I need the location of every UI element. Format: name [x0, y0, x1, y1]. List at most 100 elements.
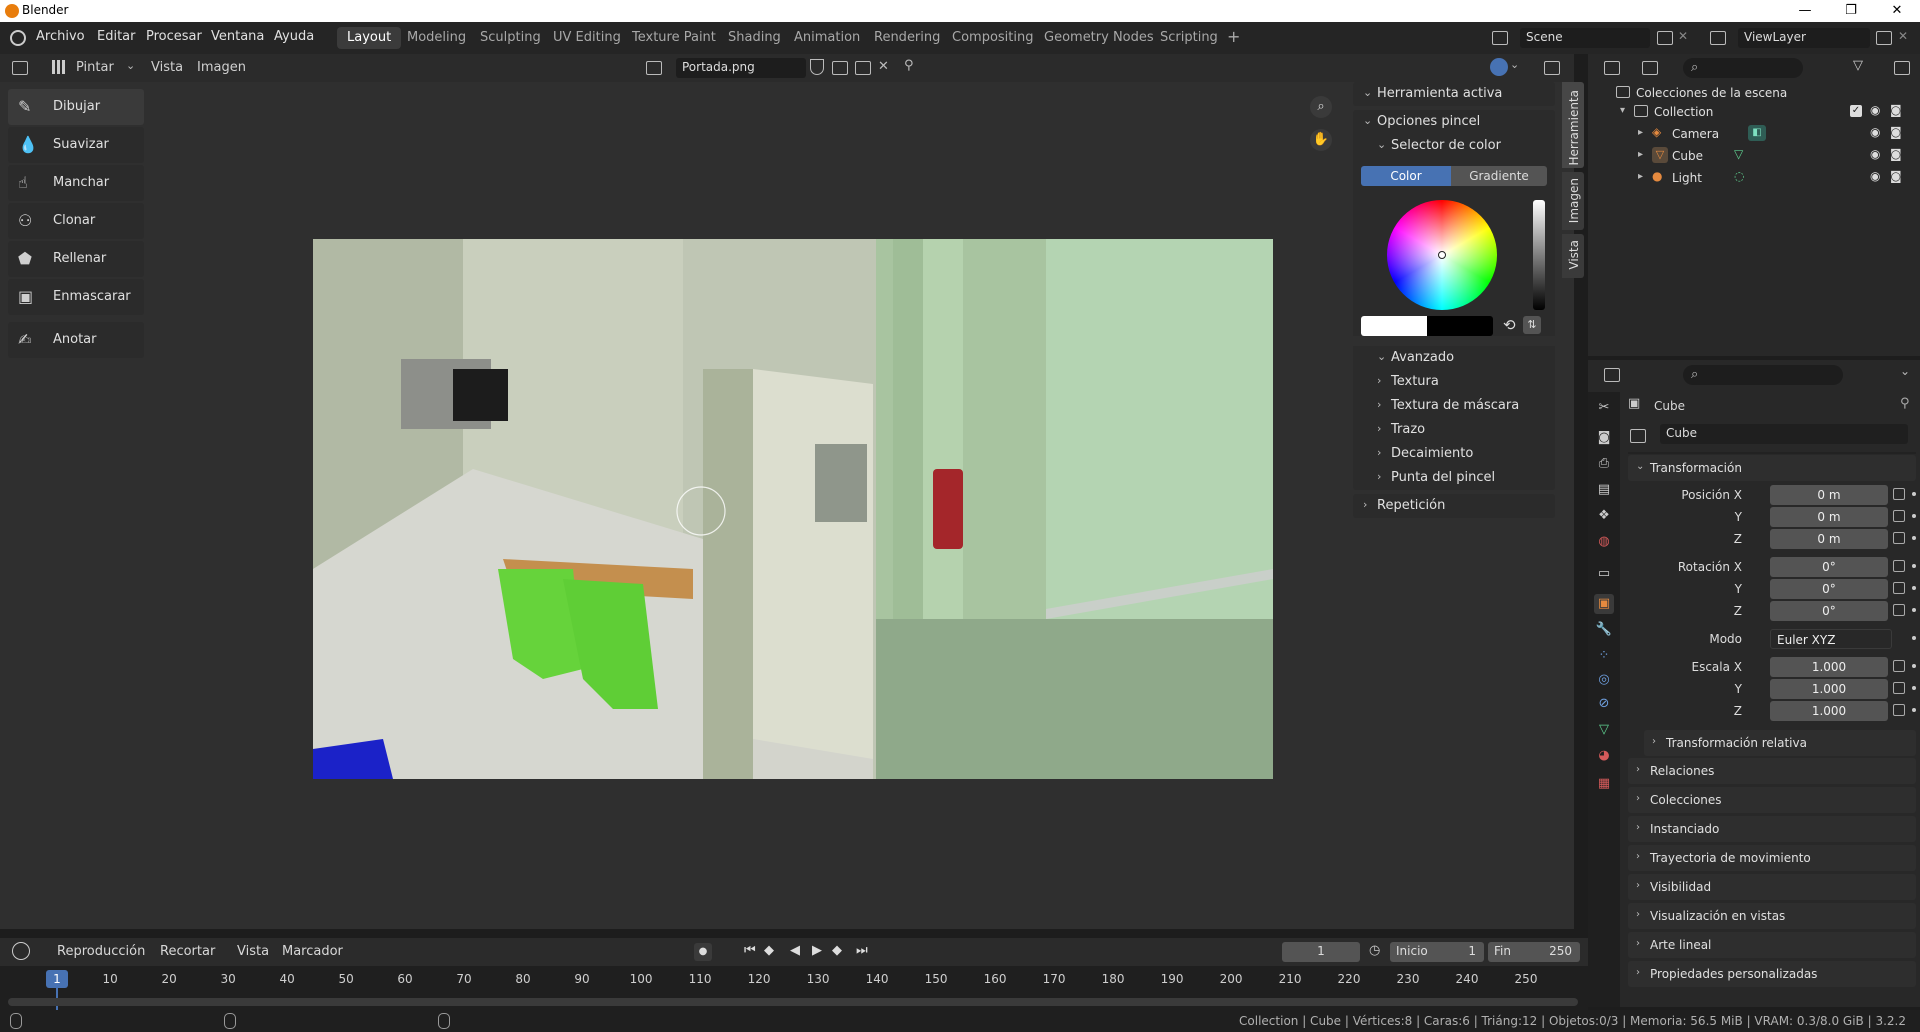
keyframe-dot-icon[interactable] [1912, 608, 1916, 612]
tab-rendering[interactable]: Rendering [864, 27, 950, 49]
visibility-eye-icon[interactable]: ◉ [1870, 125, 1880, 139]
expand-arrow-icon[interactable]: ▸ [1638, 171, 1643, 182]
tool-anotar[interactable]: ✍ Anotar [8, 322, 144, 358]
render-camera-icon[interactable]: ◙ [1890, 103, 1902, 117]
tab-shading[interactable]: Shading [718, 27, 791, 49]
primary-color-swatch[interactable] [1361, 316, 1427, 336]
keyframe-dot-icon[interactable] [1912, 586, 1916, 590]
prop-value[interactable]: 1.000 [1770, 701, 1888, 721]
tool-enmascarar[interactable]: ▣ Enmascarar [8, 279, 144, 315]
open-image-folder-icon[interactable] [855, 61, 871, 75]
expand-arrow-icon[interactable]: ▸ [1638, 149, 1643, 160]
new-collection-icon[interactable] [1894, 61, 1910, 75]
lock-icon[interactable] [1893, 532, 1905, 544]
tab-texture-paint[interactable]: Texture Paint [622, 27, 726, 49]
scene-properties-icon[interactable]: ❖ [1594, 506, 1614, 526]
section-visibilidad[interactable]: › Visibilidad [1628, 874, 1916, 900]
object-properties-icon[interactable]: ▣ [1594, 594, 1614, 614]
keyframe-dot-icon[interactable] [1912, 514, 1916, 518]
minimize-button[interactable]: — [1782, 0, 1828, 22]
tab-sculpting[interactable]: Sculpting [470, 27, 551, 49]
editor-type-icon[interactable] [12, 61, 28, 75]
panel-avanzado[interactable]: ⌄ Avanzado [1353, 346, 1555, 370]
menu-vista[interactable]: Vista [237, 944, 269, 959]
new-scene-icon[interactable] [1657, 31, 1673, 45]
visibility-eye-icon[interactable]: ◉ [1870, 103, 1880, 117]
tool-rellenar[interactable]: ⬟ Rellenar [8, 241, 144, 277]
prev-keyframe-icon[interactable]: ◆ [764, 943, 774, 958]
menu-ayuda[interactable]: Ayuda [274, 29, 314, 44]
tab-modeling[interactable]: Modeling [397, 27, 476, 49]
menu-vista[interactable]: Vista [151, 60, 183, 75]
display-channels-icon[interactable] [1544, 61, 1560, 75]
lock-icon[interactable] [1893, 582, 1905, 594]
panel-punta-pincel[interactable]: › Punta del pincel [1353, 466, 1555, 490]
next-keyframe-icon[interactable]: ◆ [832, 943, 842, 958]
outliner-collection[interactable]: ▾ Collection ✓ ◉ ◙ [1588, 101, 1920, 123]
timeline-scrollbar[interactable] [8, 998, 1578, 1006]
view-layer-field[interactable]: ViewLayer [1738, 28, 1870, 48]
painted-image[interactable] [313, 239, 1273, 779]
lock-icon[interactable] [1893, 682, 1905, 694]
section-relaciones[interactable]: › Relaciones [1628, 758, 1916, 784]
view-layer-icon[interactable] [1710, 31, 1726, 45]
outliner-search-input[interactable]: ⌕ [1683, 58, 1803, 78]
tool-clonar[interactable]: ⚇ Clonar [8, 203, 144, 239]
color-wheel[interactable] [1387, 200, 1497, 310]
secondary-color-swatch[interactable] [1427, 316, 1493, 336]
visibility-eye-icon[interactable]: ◉ [1870, 169, 1880, 183]
rotation-mode-dropdown[interactable]: Euler XYZ [1770, 629, 1892, 649]
filter-icon[interactable]: ▽ [1853, 58, 1863, 73]
panel-selector-color[interactable]: ⌄ Selector de color [1353, 134, 1555, 158]
collection-properties-icon[interactable]: ▭ [1594, 564, 1614, 584]
render-camera-icon[interactable]: ◙ [1890, 169, 1902, 183]
section-propiedades-personalizadas[interactable]: › Propiedades personalizadas [1628, 961, 1916, 987]
keyframe-dot-icon[interactable] [1912, 708, 1916, 712]
physics-properties-icon[interactable]: ◎ [1594, 670, 1614, 690]
lock-icon[interactable] [1893, 704, 1905, 716]
image-editor[interactable]: Pintar ⌄ Vista Imagen Portada.png ✕ ⚲ ⌄ … [0, 54, 1574, 929]
tab-uv-editing[interactable]: UV Editing [543, 27, 631, 49]
section-transformacion[interactable]: ⌄ Transformación [1628, 455, 1916, 481]
light-data-icon[interactable]: ◌ [1734, 169, 1744, 183]
outliner-item-light[interactable]: ▸ ● Light ◌ ◉ ◙ [1588, 167, 1920, 189]
delete-view-layer-icon[interactable]: ✕ [1898, 29, 1908, 43]
menu-reproduccion[interactable]: Reproducción [57, 944, 145, 959]
panel-textura[interactable]: › Textura [1353, 370, 1555, 394]
tool-properties-icon[interactable]: ✂ [1594, 398, 1614, 418]
keyframe-dot-icon[interactable] [1912, 664, 1916, 668]
render-properties-icon[interactable]: ◙ [1594, 428, 1614, 448]
properties-search-input[interactable]: ⌕ [1683, 365, 1843, 385]
panel-repeticion[interactable]: › Repetición [1353, 494, 1555, 518]
tab-scripting[interactable]: Scripting [1150, 27, 1228, 49]
tab-layout[interactable]: Layout [337, 27, 402, 49]
world-properties-icon[interactable]: ◍ [1594, 532, 1614, 552]
menu-imagen[interactable]: Imagen [197, 60, 246, 75]
section-colecciones[interactable]: › Colecciones [1628, 787, 1916, 813]
modifier-properties-icon[interactable]: 🔧 [1594, 620, 1614, 640]
lock-icon[interactable] [1893, 660, 1905, 672]
prop-value[interactable]: 0° [1770, 557, 1888, 577]
tab-geometry-nodes[interactable]: Geometry Nodes [1034, 27, 1164, 49]
jump-end-icon[interactable]: ⏭ [856, 943, 868, 958]
prop-value[interactable]: 0 m [1770, 485, 1888, 505]
pan-hand-icon[interactable]: ✋ [1310, 129, 1332, 151]
color-cursor[interactable] [1438, 251, 1446, 259]
gizmo-chevron-icon[interactable]: ⌄ [1510, 58, 1519, 71]
keyframe-dot-icon[interactable] [1912, 492, 1916, 496]
panel-herramienta-activa[interactable]: ⌄ Herramienta activa [1353, 82, 1555, 106]
section-arte-lineal[interactable]: › Arte lineal [1628, 932, 1916, 958]
panel-trazo[interactable]: › Trazo [1353, 418, 1555, 442]
particles-properties-icon[interactable]: ⁘ [1594, 646, 1614, 666]
lock-icon[interactable] [1893, 488, 1905, 500]
color-tab[interactable]: Color [1361, 166, 1451, 186]
blender-menu-icon[interactable] [10, 30, 26, 46]
section-transformacion-relativa[interactable]: › Transformación relativa [1644, 730, 1916, 756]
tool-suavizar[interactable]: 💧 Suavizar [8, 127, 144, 163]
maximize-button[interactable]: ❐ [1828, 0, 1874, 22]
add-workspace-button[interactable]: + [1227, 27, 1240, 46]
current-frame-field[interactable]: 1 [1282, 942, 1360, 962]
scene-icon[interactable] [1492, 31, 1508, 45]
panel-decaimiento[interactable]: › Decaimiento [1353, 442, 1555, 466]
material-properties-icon[interactable]: ◕ [1594, 746, 1614, 766]
